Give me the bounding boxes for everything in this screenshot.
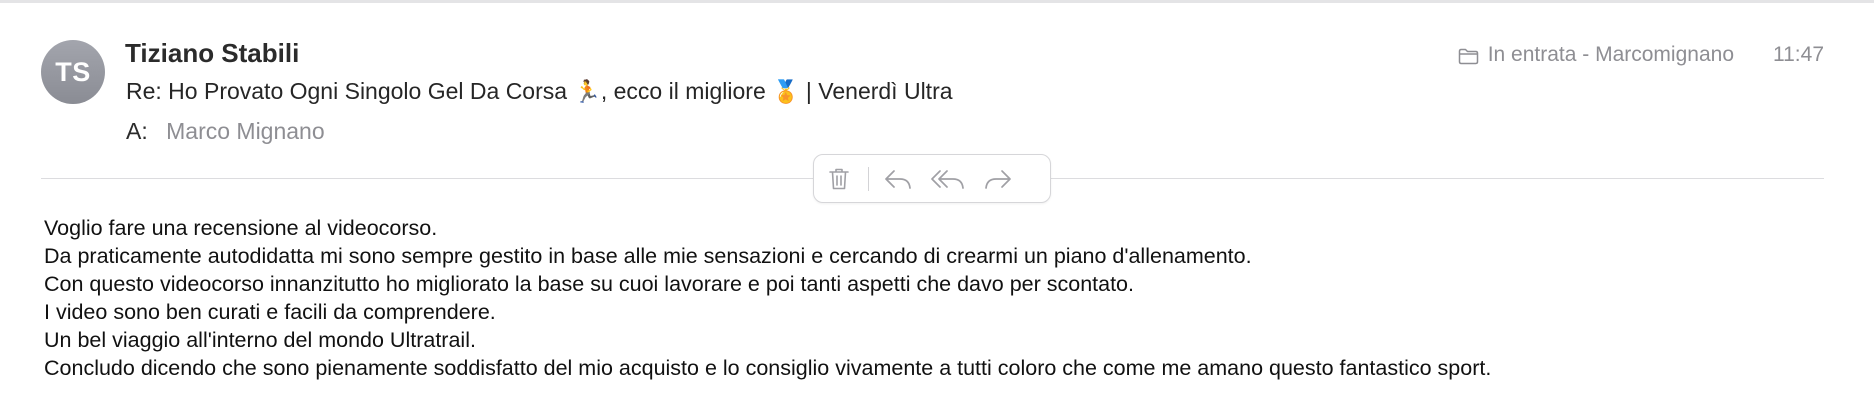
window-top-border — [0, 0, 1874, 3]
recipient-name[interactable]: Marco Mignano — [166, 118, 325, 144]
medal-emoji-icon: 🏅 — [772, 80, 800, 105]
reply-all-button[interactable] — [923, 155, 973, 202]
subject-text-3: | Venerdì Ultra — [805, 78, 953, 104]
sender-name[interactable]: Tiziano Stabili — [125, 38, 299, 69]
body-line: Concludo dicendo che sono pienamente sod… — [44, 356, 1492, 380]
body-line: Un bel viaggio all'interno del mondo Ult… — [44, 328, 476, 352]
mailbox-label: In entrata - Marcomignano — [1487, 43, 1734, 66]
body-line: I video sono ben curati e facili da comp… — [44, 300, 496, 324]
recipient-label: A: — [126, 118, 148, 144]
message-action-toolbar — [813, 154, 1051, 203]
avatar-initials: TS — [55, 56, 91, 87]
received-time: 11:47 — [1773, 43, 1824, 66]
email-body: Voglio fare una recensione al videocorso… — [44, 214, 1491, 382]
trash-icon — [828, 167, 850, 191]
recipient-row: A: Marco Mignano — [126, 118, 325, 145]
reply-all-icon — [931, 168, 965, 190]
subject-text-2: , ecco il migliore — [600, 78, 766, 104]
avatar: TS — [41, 40, 105, 104]
folder-icon — [1458, 47, 1479, 64]
forward-button[interactable] — [973, 155, 1023, 202]
body-line: Voglio fare una recensione al videocorso… — [44, 216, 438, 240]
delete-button[interactable] — [814, 155, 864, 202]
body-line: Da praticamente autodidatta mi sono semp… — [44, 244, 1252, 268]
mailbox-location[interactable]: In entrata - Marcomignano — [1458, 43, 1734, 67]
body-line: Con questo videocorso innanzitutto ho mi… — [44, 272, 1134, 296]
subject-text-1: Re: Ho Provato Ogni Singolo Gel Da Corsa — [126, 78, 568, 104]
email-subject: Re: Ho Provato Ogni Singolo Gel Da Corsa… — [126, 78, 953, 105]
runner-emoji-icon: 🏃 — [573, 80, 601, 105]
toolbar-separator — [868, 166, 869, 191]
reply-icon — [884, 168, 912, 190]
reply-button[interactable] — [873, 155, 923, 202]
forward-icon — [984, 168, 1012, 190]
